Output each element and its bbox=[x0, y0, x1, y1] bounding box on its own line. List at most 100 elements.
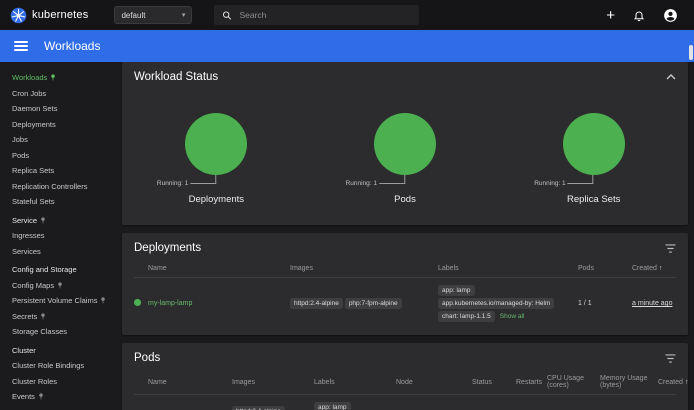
pin-icon bbox=[40, 217, 46, 224]
pie-chart[interactable] bbox=[374, 113, 436, 175]
column-header-label: Images bbox=[232, 379, 255, 386]
sidebar-item-label: Services bbox=[12, 247, 41, 256]
pie-chart[interactable] bbox=[563, 113, 625, 175]
sidebar-item-cluster-roles[interactable]: Cluster Roles bbox=[0, 374, 112, 390]
column-header-name[interactable]: Name bbox=[148, 265, 290, 272]
collapse-chevron-up-icon[interactable] bbox=[666, 74, 676, 80]
main-content: Workload Status Running: 1 Deployments Run… bbox=[112, 62, 694, 410]
sidebar-item-workloads[interactable]: Workloads bbox=[0, 70, 112, 86]
sidebar-item-label: Service bbox=[12, 216, 37, 225]
chart-legend-label: Running: 1 bbox=[534, 180, 565, 187]
menu-icon[interactable] bbox=[14, 41, 28, 51]
column-header-restarts[interactable]: Restarts bbox=[516, 379, 547, 386]
pods-count-cell: 1 / 1 bbox=[578, 300, 632, 307]
column-header-pods[interactable]: Pods bbox=[578, 265, 632, 272]
column-header-status[interactable]: Status bbox=[472, 379, 516, 386]
sidebar-item-replica-sets[interactable]: Replica Sets bbox=[0, 163, 112, 179]
sidebar-item-label: Cluster bbox=[12, 346, 36, 355]
sidebar-item-label: Jobs bbox=[12, 135, 28, 144]
column-header-label: Memory Usage (bytes) bbox=[600, 375, 647, 389]
sidebar-item-stateful-sets[interactable]: Stateful Sets bbox=[0, 194, 112, 210]
sidebar-item-label: Persistent Volume Claims bbox=[12, 296, 97, 305]
column-header-label: Created bbox=[632, 265, 657, 272]
pods-card: Pods NameImagesLabelsNodeStatusRestartsC… bbox=[122, 343, 688, 410]
column-header-labels[interactable]: Labels bbox=[314, 379, 396, 386]
images-cell: httpd:2.4-alpinephp:7-fpm-alpine bbox=[290, 297, 438, 310]
pods-title: Pods bbox=[134, 352, 160, 364]
sidebar-item-namespaces[interactable]: Namespaces bbox=[0, 405, 112, 410]
pie-chart[interactable] bbox=[185, 113, 247, 175]
scrollbar-thumb[interactable] bbox=[689, 45, 693, 60]
label-chip: php:7-fpm-alpine bbox=[345, 298, 402, 309]
column-header-images[interactable]: Images bbox=[232, 379, 314, 386]
user-account-icon[interactable] bbox=[663, 8, 678, 23]
sidebar-item-events[interactable]: Events bbox=[0, 389, 112, 405]
workload-status-title: Workload Status bbox=[134, 71, 218, 83]
filter-icon[interactable] bbox=[665, 244, 676, 253]
pods-table: NameImages LabelsNodeStatusRestartsCPU Us… bbox=[122, 370, 688, 410]
column-header-cpu-usage-cores[interactable]: CPU Usage (cores) bbox=[547, 375, 600, 389]
column-header-images[interactable]: Images bbox=[290, 265, 438, 272]
workload-chart-pods: Running: 1Pods bbox=[311, 95, 500, 205]
sort-ascending-icon: ↑ bbox=[657, 265, 662, 272]
search-box[interactable] bbox=[214, 5, 419, 25]
column-header-name[interactable]: Name bbox=[148, 379, 232, 386]
sidebar-item-cron-jobs[interactable]: Cron Jobs bbox=[0, 86, 112, 102]
column-header-label: CPU Usage (cores) bbox=[547, 375, 584, 389]
brand-name: kubernetes bbox=[32, 9, 88, 21]
labels-cell: app: lampapp.kubernetes.io/managed-by: H… bbox=[438, 284, 578, 323]
chart-legend: Running: 1 bbox=[346, 175, 405, 184]
column-header-created[interactable]: Created ↑ bbox=[658, 379, 676, 386]
sidebar-item-label: Daemon Sets bbox=[12, 104, 57, 113]
pods-header-row: NameImages LabelsNodeStatusRestartsCPU Us… bbox=[134, 370, 676, 395]
pin-icon bbox=[38, 393, 44, 400]
deployment-name-link[interactable]: my-lamp-lamp bbox=[148, 300, 192, 307]
status-ok-icon bbox=[134, 299, 141, 306]
sidebar-item-cluster[interactable]: Cluster bbox=[0, 343, 112, 359]
sidebar-item-persistent-volume-claims[interactable]: Persistent Volume Claims bbox=[0, 293, 112, 309]
column-header-memory-usage-bytes[interactable]: Memory Usage (bytes) bbox=[600, 375, 658, 389]
sidebar-item-pods[interactable]: Pods bbox=[0, 148, 112, 164]
namespace-select[interactable]: default ▾ bbox=[114, 6, 192, 24]
sort-ascending-icon: ↑ bbox=[683, 379, 688, 386]
column-header-node[interactable]: Node bbox=[396, 379, 472, 386]
sidebar-item-config-and-storage[interactable]: Config and Storage bbox=[0, 262, 112, 278]
create-resource-button[interactable]: + bbox=[606, 8, 615, 23]
sidebar-item-label: Events bbox=[12, 392, 35, 401]
deployments-title: Deployments bbox=[134, 242, 201, 254]
column-header-created[interactable]: Created ↑ bbox=[632, 265, 676, 272]
topbar-actions: + bbox=[606, 8, 684, 23]
chart-title: Deployments bbox=[189, 194, 244, 205]
sidebar-item-secrets[interactable]: Secrets bbox=[0, 309, 112, 325]
pin-icon bbox=[100, 297, 106, 304]
labels-cell: app: lamppod-template-hash: 5fd985cf68 bbox=[314, 401, 396, 410]
show-all-link[interactable]: Show all bbox=[500, 313, 525, 320]
page-title: Workloads bbox=[44, 39, 100, 53]
sidebar-item-daemon-sets[interactable]: Daemon Sets bbox=[0, 101, 112, 117]
sidebar-item-services[interactable]: Services bbox=[0, 244, 112, 260]
sidebar-item-storage-classes[interactable]: Storage Classes bbox=[0, 324, 112, 340]
pin-icon bbox=[57, 282, 63, 289]
search-input[interactable] bbox=[239, 10, 411, 20]
sidebar-item-label: Pods bbox=[12, 151, 29, 160]
deployments-table: NameImagesLabelsPodsCreated ↑ my-lamp-la… bbox=[122, 260, 688, 335]
notifications-bell-icon[interactable] bbox=[633, 9, 645, 22]
pin-icon bbox=[40, 313, 46, 320]
appbar: Workloads bbox=[0, 30, 694, 62]
sidebar-item-jobs[interactable]: Jobs bbox=[0, 132, 112, 148]
sidebar-item-deployments[interactable]: Deployments bbox=[0, 117, 112, 133]
filter-icon[interactable] bbox=[665, 354, 676, 363]
pods-table-row[interactable]: my-lamp-lamp-5fd985cf68-jwvz4 httpd:2.4-… bbox=[134, 395, 676, 410]
deployments-table-row[interactable]: my-lamp-lamp httpd:2.4-alpinephp:7-fpm-a… bbox=[134, 278, 676, 329]
sidebar-item-replication-controllers[interactable]: Replication Controllers bbox=[0, 179, 112, 195]
pin-icon bbox=[50, 74, 56, 81]
sidebar-item-ingresses[interactable]: Ingresses bbox=[0, 228, 112, 244]
label-chip: httpd:2.4-alpine bbox=[232, 406, 285, 410]
kubernetes-brand[interactable]: kubernetes bbox=[10, 7, 88, 24]
sidebar-item-service[interactable]: Service bbox=[0, 213, 112, 229]
label-chip: app: lamp bbox=[438, 285, 475, 296]
sidebar-item-config-maps[interactable]: Config Maps bbox=[0, 278, 112, 294]
sidebar-item-cluster-role-bindings[interactable]: Cluster Role Bindings bbox=[0, 358, 112, 374]
column-header-labels[interactable]: Labels bbox=[438, 265, 578, 272]
sidebar-item-label: Cluster Roles bbox=[12, 377, 57, 386]
